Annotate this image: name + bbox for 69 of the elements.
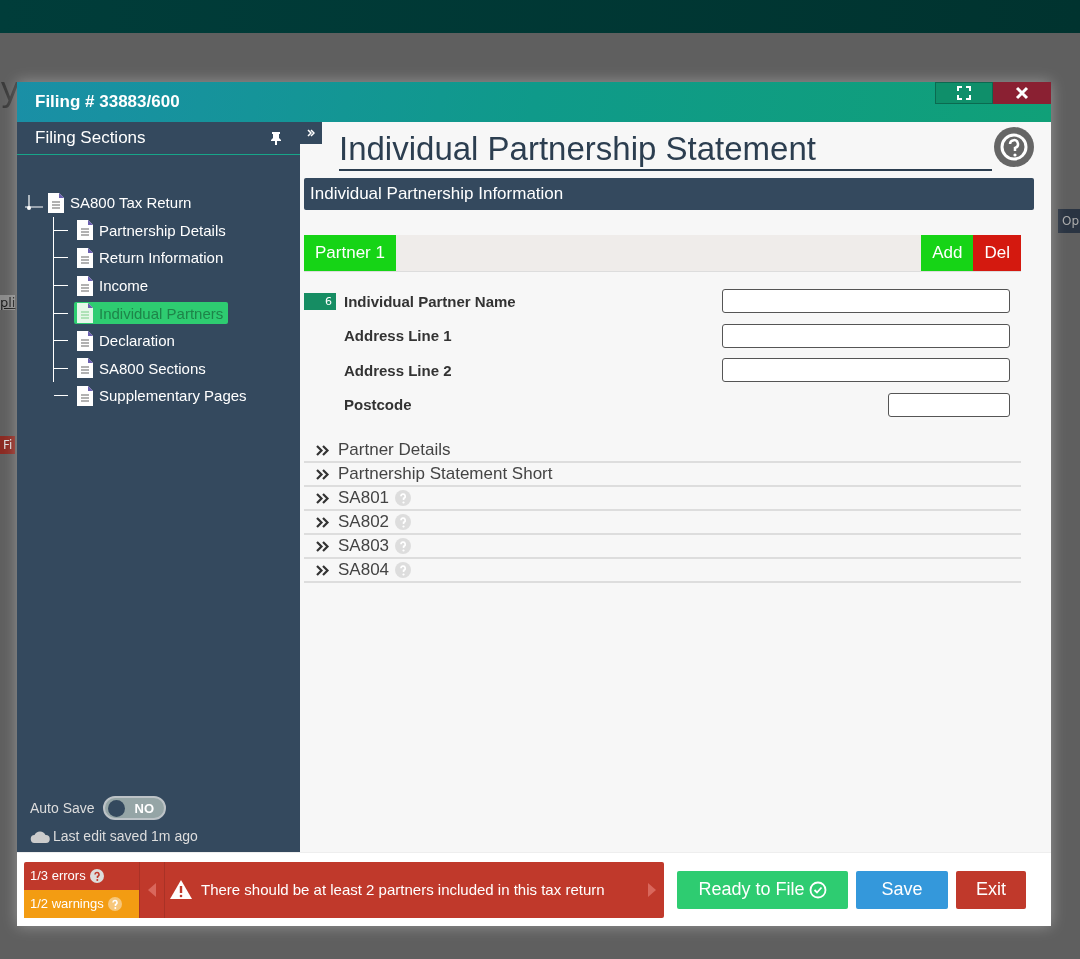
document-icon [48,192,64,213]
document-icon [77,303,93,324]
tree-item[interactable]: Return Information [74,247,229,269]
tree-item[interactable]: Declaration [74,329,180,352]
close-icon [1015,86,1029,100]
panel-title: SA801 [338,488,390,508]
double-chevron-icon [307,129,315,137]
collapsible-panel[interactable]: Partner Details [304,439,1021,463]
tree-item[interactable]: SA800 Sections [74,357,211,380]
collapsible-panel[interactable]: SA801 [304,487,1021,511]
document-icon [77,330,93,351]
document-icon [77,248,93,268]
window-title: Filing # 33883/600 [34,92,180,112]
help-icon[interactable] [994,127,1034,167]
double-chevron-icon [316,516,330,528]
panel-title: SA803 [338,536,390,556]
auto-save-label: Auto Save [30,800,95,816]
page-title: Individual Partnership Statement [339,129,992,171]
panel-title: SA804 [338,560,390,580]
input-field[interactable] [722,289,1010,314]
input-field[interactable] [888,392,1010,417]
double-chevron-icon [316,540,330,552]
panel-title: Partnership Statement Short [338,464,553,484]
double-chevron-icon [316,492,330,504]
expand-icon [957,86,971,100]
alert-message: There should be at least 2 partners included in this tax return [201,881,605,898]
double-chevron-icon [316,444,330,456]
close-button[interactable] [993,82,1051,104]
panel-title: Partner Details [338,440,451,460]
error-count[interactable]: 1/3 errors [24,861,139,890]
cloud-icon [30,829,50,843]
help-icon [107,896,122,911]
maximize-button[interactable] [935,82,993,104]
field-number-badge: 6 [304,292,336,310]
background-text: Op [1058,209,1080,233]
background-text: Fi [0,436,16,454]
document-icon [77,385,93,406]
collapsible-panel[interactable]: Partnership Statement Short [304,463,1021,487]
tree-item[interactable]: Supplementary Pages [74,384,252,407]
sidebar-title: Filing Sections [35,128,146,148]
input-field[interactable] [722,358,1010,383]
double-chevron-icon [316,564,330,576]
exit-button[interactable]: Exit [956,870,1026,909]
tree-root-icon [23,192,45,213]
delete-button[interactable]: Del [973,235,1021,271]
input-field[interactable] [722,323,1010,348]
tree-item[interactable]: Partnership Details [74,219,231,242]
double-chevron-icon [316,468,330,480]
section-title: Individual Partnership Information [310,184,564,204]
field-label: Postcode [344,396,413,414]
document-icon [77,220,93,241]
collapsible-panel[interactable]: SA804 [304,559,1021,583]
background-text: pli [0,295,16,310]
collapsible-panel[interactable]: SA802 [304,511,1021,535]
last-saved-text: Last edit saved 1m ago [53,828,198,844]
field-label: Address Line 1 [344,327,453,345]
expand-sidebar-button[interactable] [300,122,322,144]
field-label: Address Line 2 [344,361,453,379]
document-icon [77,275,93,296]
document-icon [77,358,93,379]
pin-icon[interactable] [270,131,282,145]
panel-title: SA802 [338,512,390,532]
field-label: Individual Partner Name [344,292,517,310]
warning-icon [170,880,192,899]
help-icon [89,868,104,883]
tree-item[interactable]: Income [74,274,154,297]
check-circle-icon [808,880,827,899]
collapsible-panel[interactable]: SA803 [304,535,1021,559]
tree-item[interactable]: SA800 Tax Return [45,191,197,214]
